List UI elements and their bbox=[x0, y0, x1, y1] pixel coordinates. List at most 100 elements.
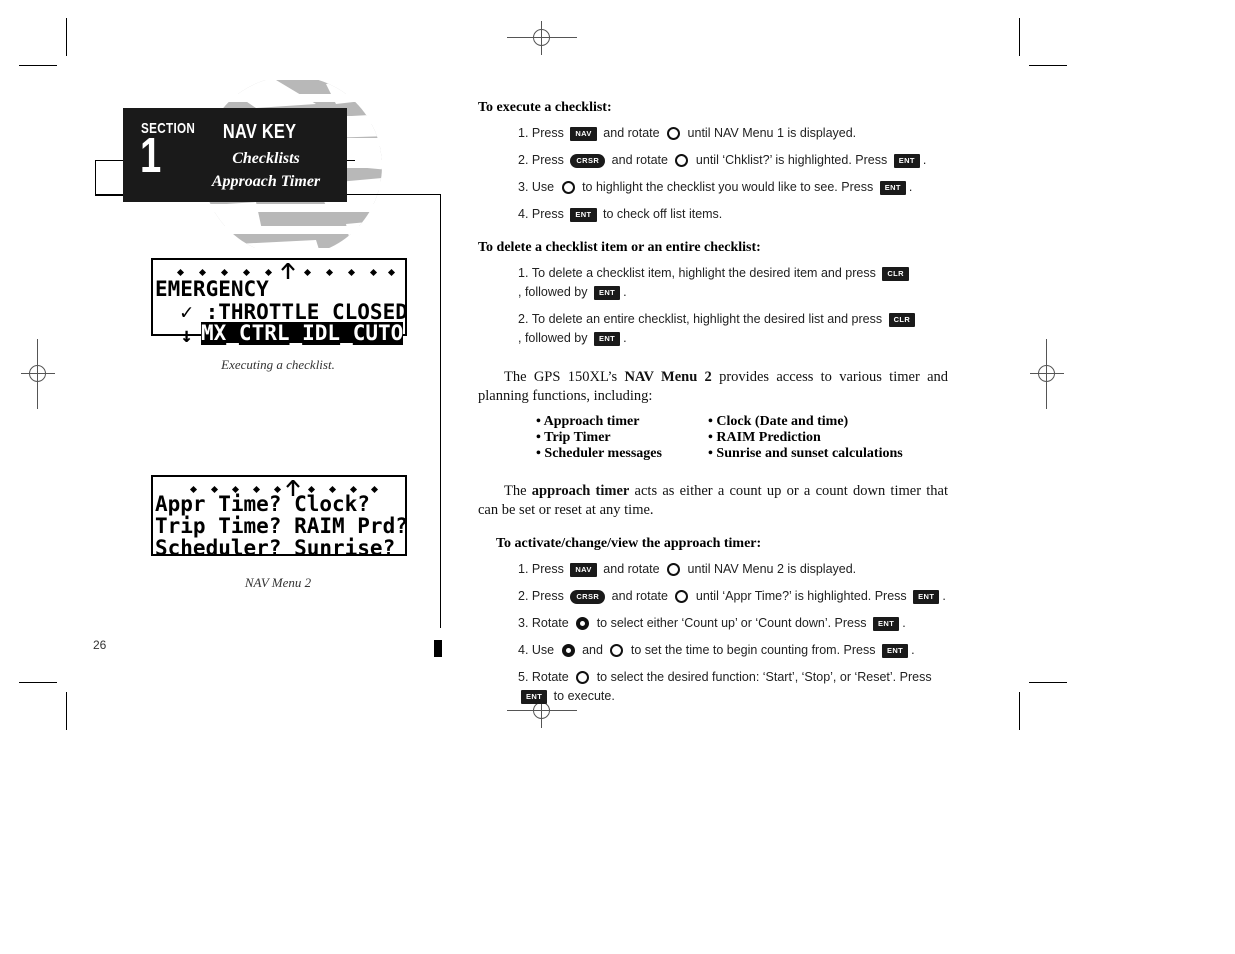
crop-mark-top-left-horizontal bbox=[19, 65, 57, 66]
feature-right-item: • Sunrise and sunset calculations bbox=[708, 446, 903, 461]
feature-bullet-list: • Approach timer • Trip Timer • Scheduler … bbox=[478, 414, 948, 462]
page-number: 26 bbox=[93, 638, 107, 652]
delete-checklist-step-2: 2. To delete an entire checklist, highli… bbox=[478, 306, 948, 352]
step-text: . bbox=[902, 616, 906, 630]
key-ent-icon[interactable]: ENT bbox=[893, 153, 920, 168]
para1-before: The GPS 150XL’s bbox=[504, 369, 625, 385]
step-text: To delete a checklist item, highlight th… bbox=[531, 266, 880, 280]
heading-execute-checklist: To execute a checklist: bbox=[478, 100, 612, 115]
steps-delete-checklist: 1. To delete a checklist item, highlight… bbox=[478, 260, 948, 352]
step-text: to select either ‘Count up’ or ‘Count do… bbox=[593, 616, 870, 630]
page-subtitle-approach-timer: Approach Timer bbox=[211, 173, 321, 190]
crop-mark-bottom-left-horizontal bbox=[19, 682, 57, 683]
registration-mark-left bbox=[21, 339, 55, 409]
crop-mark-top-left-vertical bbox=[66, 18, 67, 56]
key-ent-icon[interactable]: ENT bbox=[881, 643, 909, 658]
step-number: 1. bbox=[518, 126, 532, 140]
section-header-block: SECTION 1 NAV KEY Checklists Approach Ti… bbox=[123, 108, 347, 202]
heading-activate-approach-timer: To activate/change/view the approach tim… bbox=[496, 536, 762, 551]
step-number: 4. bbox=[518, 207, 532, 221]
step-text: . bbox=[623, 331, 627, 345]
key-ent-icon[interactable]: ENT bbox=[570, 207, 597, 222]
approach-timer-step-4: 4. Use and to set the time to begin coun… bbox=[478, 637, 948, 664]
outer-knob-icon[interactable] bbox=[610, 644, 624, 657]
inner-knob-icon[interactable] bbox=[561, 644, 575, 657]
step-number: 2. bbox=[518, 153, 532, 167]
key-crsr-icon[interactable]: CRSR bbox=[570, 589, 606, 604]
para1-bold: NAV Menu 2 bbox=[624, 369, 712, 385]
inner-knob-icon[interactable] bbox=[576, 617, 590, 630]
feature-bullets-right: • Clock (Date and time) • RAIM Prediction… bbox=[708, 414, 903, 462]
checklist-execution-display: EMERGENCY ✓ :THROTTLE CLOSED ↓ : MX_CTRL… bbox=[151, 258, 408, 347]
step-text: . bbox=[911, 643, 915, 657]
execute-checklist-step-3: 3. Use to highlight the checklist you wo… bbox=[478, 174, 948, 201]
key-ent-icon[interactable]: ENT bbox=[521, 689, 548, 704]
checklist-title-line: EMERGENCY bbox=[155, 277, 269, 301]
key-crsr-icon[interactable]: CRSR bbox=[570, 153, 606, 168]
step-text: and bbox=[578, 643, 607, 657]
step-text: Press bbox=[531, 207, 568, 221]
outer-knob-icon[interactable] bbox=[561, 181, 575, 194]
step-number: 3. bbox=[518, 180, 532, 194]
key-clr-icon[interactable]: CLR bbox=[882, 266, 909, 281]
registration-mark-right bbox=[1030, 339, 1064, 409]
checklist-item-selected-highlight: MX_CTRL_IDL_CUTO bbox=[201, 321, 404, 345]
steps-execute-checklist: 1. Press NAV and rotate until NAV Menu 1… bbox=[478, 120, 948, 228]
execute-checklist-step-2: 2. Press CRSR and rotate until ‘Chklist?… bbox=[478, 147, 948, 174]
heading-delete-checklist: To delete a checklist item or an entire … bbox=[478, 240, 761, 255]
para2-before: The bbox=[504, 483, 532, 499]
step-text: until ‘Appr Time?’ is highlighted. Press bbox=[692, 589, 911, 603]
outer-knob-icon[interactable] bbox=[576, 671, 590, 684]
approach-timer-step-5: 5. Rotate to select the desired function… bbox=[478, 664, 948, 710]
column-divider-vertical bbox=[440, 194, 441, 628]
crop-mark-top-right-horizontal bbox=[1029, 65, 1067, 66]
step-number: 3. bbox=[518, 616, 532, 630]
outer-knob-icon[interactable] bbox=[675, 590, 689, 603]
key-ent-icon[interactable]: ENT bbox=[593, 331, 621, 346]
outer-knob-icon[interactable] bbox=[667, 563, 681, 576]
body-content-column: To execute a checklist: 1. Press NAV and… bbox=[478, 100, 948, 710]
key-clr-icon[interactable]: CLR bbox=[888, 312, 916, 327]
step-text: to highlight the checklist you would lik… bbox=[578, 180, 877, 194]
approach-timer-step-1: 1. Press NAV and rotate until NAV Menu 2… bbox=[478, 556, 948, 583]
step-text: until ‘Chklist?’ is highlighted. Press bbox=[692, 153, 891, 167]
step-text: . bbox=[908, 180, 913, 194]
step-text: to check off list items. bbox=[599, 207, 723, 221]
page-title: NAV KEY bbox=[222, 121, 297, 143]
step-text: and rotate bbox=[599, 126, 664, 140]
key-ent-icon[interactable]: ENT bbox=[593, 285, 621, 300]
registration-mark-top bbox=[507, 21, 577, 55]
steps-approach-timer: 1. Press NAV and rotate until NAV Menu 2… bbox=[478, 556, 948, 710]
page-tab-mark bbox=[434, 640, 442, 657]
outer-knob-icon[interactable] bbox=[667, 127, 681, 140]
para2-bold: approach timer bbox=[531, 483, 630, 499]
execute-checklist-step-1: 1. Press NAV and rotate until NAV Menu 1… bbox=[478, 120, 948, 147]
key-nav-icon[interactable]: NAV bbox=[570, 126, 597, 141]
step-text: Rotate bbox=[531, 670, 573, 684]
key-ent-icon[interactable]: ENT bbox=[913, 589, 940, 604]
feature-right-item: • RAIM Prediction bbox=[708, 430, 821, 445]
nav-menu-row-2: Trip Time? RAIM Prd? bbox=[155, 514, 408, 538]
step-text: . bbox=[922, 153, 927, 167]
paragraph-nav-menu-2: The GPS 150XL’s NAV Menu 2 provides acce… bbox=[478, 368, 948, 406]
step-number: 2. bbox=[518, 312, 532, 326]
outer-knob-icon[interactable] bbox=[675, 154, 689, 167]
step-text: . bbox=[623, 285, 627, 299]
key-ent-icon[interactable]: ENT bbox=[879, 180, 906, 195]
step-number: 5. bbox=[518, 670, 532, 684]
key-nav-icon[interactable]: NAV bbox=[570, 562, 597, 577]
step-number: 2. bbox=[518, 589, 532, 603]
step-number: 1. bbox=[518, 266, 532, 280]
feature-left-item: • Approach timer bbox=[536, 414, 640, 429]
key-ent-icon[interactable]: ENT bbox=[872, 616, 900, 631]
step-text: Press bbox=[531, 562, 568, 576]
step-text: to set the time to begin counting from. … bbox=[627, 643, 879, 657]
figure-caption-executing-checklist: Executing a checklist. bbox=[221, 357, 335, 372]
step-text: To delete an entire checklist, highlight… bbox=[531, 312, 886, 326]
feature-bullets-left: • Approach timer • Trip Timer • Scheduler … bbox=[478, 414, 708, 462]
nav-menu-2-display: Appr Time? Clock? Trip Time? RAIM Prd? S… bbox=[151, 475, 408, 560]
step-text: Press bbox=[531, 126, 568, 140]
figure-caption-nav-menu-2: NAV Menu 2 bbox=[244, 575, 312, 590]
step-text: to select the desired function: ‘Start’,… bbox=[593, 670, 936, 684]
step-text: to execute. bbox=[550, 689, 615, 703]
